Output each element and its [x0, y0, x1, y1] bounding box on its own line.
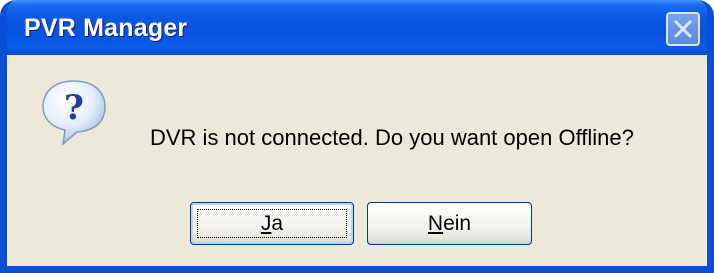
focus-rectangle: [197, 209, 347, 238]
no-button[interactable]: Nein: [367, 202, 532, 245]
close-icon: [674, 20, 692, 38]
window-title: PVR Manager: [24, 14, 188, 42]
svg-text:?: ?: [64, 88, 84, 128]
no-button-label-rest: ein: [443, 212, 472, 235]
dialog-window: PVR Manager ? DVR is not connected. Do y…: [0, 0, 714, 273]
title-bar[interactable]: PVR Manager: [7, 0, 707, 55]
dialog-message: DVR is not connected. Do you want open O…: [150, 125, 634, 150]
yes-button[interactable]: Ja: [190, 202, 354, 245]
dialog-content: ? DVR is not connected. Do you want open…: [7, 55, 707, 266]
question-icon: ?: [42, 80, 106, 146]
no-button-mnemonic: N: [427, 212, 444, 235]
close-button[interactable]: [666, 12, 700, 46]
